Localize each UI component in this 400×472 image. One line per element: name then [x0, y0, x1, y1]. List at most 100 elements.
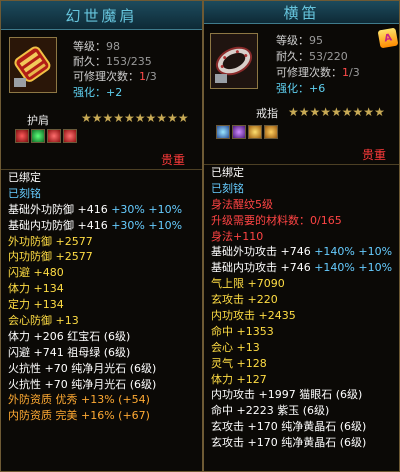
attribute-row: 内功攻击 +2435 — [204, 308, 399, 324]
attribute-text: 已刻铭 — [8, 186, 41, 200]
attribute-row: 玄攻击 +220 — [204, 292, 399, 308]
amethyst-gem-icon — [232, 125, 246, 139]
attribute-text: 命中 +1353 — [211, 324, 274, 338]
attribute-row: 会心 +13 — [204, 340, 399, 356]
attribute-text: 身法醒纹5级 — [211, 197, 273, 211]
attribute-text: 灵气 +128 — [211, 356, 267, 370]
attribute-text: 玄攻击 +170 纯净黄晶石 (6级) — [211, 420, 367, 434]
item-tooltip-left: 幻世魔肩 等级：98 耐久：153/235 可修理次数：1/3 强化：+2 护肩… — [0, 0, 203, 472]
attribute-text: +140% +10% — [314, 245, 393, 259]
repair-count-stat: 可修理次数：1/3 — [276, 66, 360, 79]
attribute-row: 火抗性 +70 纯净月光石 (6级) — [1, 377, 202, 393]
attribute-row: 内功攻击 +1997 猫眼石 (6级) — [204, 387, 399, 403]
repair-count-stat: 可修理次数：1/3 — [73, 70, 157, 83]
attribute-row: 身法醒纹5级 — [204, 197, 399, 213]
attribute-row: 闪避 +480 — [1, 265, 202, 281]
topaz-gem-icon — [248, 125, 262, 139]
attribute-text: 会心 +13 — [211, 340, 260, 354]
attribute-text: 外功防御 +2577 — [8, 234, 93, 248]
attribute-text: 火抗性 +70 纯净月光石 (6级) — [8, 377, 157, 391]
attribute-text: 身法+110 — [211, 229, 264, 243]
attribute-text: 闪避 +741 祖母绿 (6级) — [8, 345, 131, 359]
attribute-text: 火抗性 +70 纯净月光石 (6级) — [8, 361, 157, 375]
attribute-row: 基础内功攻击 +746 +140% +10% — [204, 260, 399, 276]
star-rating: ★★★★★★★★★ — [288, 105, 385, 119]
attribute-row: 闪避 +741 祖母绿 (6级) — [1, 345, 202, 361]
attribute-row: 火抗性 +70 纯净月光石 (6级) — [1, 361, 202, 377]
emerald-gem-icon — [31, 129, 45, 143]
attribute-text: 会心防御 +13 — [8, 314, 79, 328]
attribute-row: 外功防御 +2577 — [1, 234, 202, 250]
attribute-row: 体力 +206 红宝石 (6级) — [1, 329, 202, 345]
attribute-text: 气上限 +7090 — [211, 277, 285, 291]
attribute-row: 基础内功防御 +416 +30% +10% — [1, 218, 202, 234]
attribute-text: 体力 +127 — [211, 372, 267, 386]
attribute-text: +140% +10% — [314, 261, 393, 275]
attribute-list: 已绑定 已刻铭 身法醒纹5级 升级需要的材料数：0/165 身法+110 基础外功攻击 +… — [204, 164, 399, 451]
attribute-row: 气上限 +7090 — [204, 276, 399, 292]
level-stat: 等级：98 — [73, 40, 120, 53]
gem-slots — [216, 125, 278, 139]
attribute-row: 体力 +127 — [204, 372, 399, 388]
attribute-row: 已绑定 — [204, 165, 399, 181]
attribute-row: 基础外功防御 +416 +30% +10% — [1, 202, 202, 218]
attribute-text: 命中 +2223 紫玉 (6级) — [211, 404, 330, 418]
attribute-row: 身法+110 — [204, 229, 399, 245]
star-rating: ★★★★★★★★★★ — [81, 111, 189, 125]
attribute-text: +30% +10% — [111, 218, 183, 232]
attribute-text: 内防资质 完美 +16% (+67) — [8, 409, 150, 423]
item-title: 横笛 — [204, 1, 399, 24]
attribute-text: 内功攻击 +2435 — [211, 309, 296, 323]
attribute-row: 灵气 +128 — [204, 356, 399, 372]
attribute-row: 已绑定 — [1, 170, 202, 186]
attribute-text: 基础内功攻击 +746 — [211, 261, 315, 275]
fire-stone-icon — [63, 129, 77, 143]
durability-stat: 耐久：153/235 — [73, 55, 152, 68]
item-tooltip-right: 横笛 A 等级：95 耐久：53/220 可修理次数：1/3 强化：+6 戒指 … — [203, 0, 400, 472]
attribute-text: 已绑定 — [8, 171, 41, 184]
attribute-row: 已刻铭 — [1, 186, 202, 202]
attribute-text: 基础外功攻击 +746 — [211, 245, 315, 259]
ring-icon — [210, 33, 258, 89]
attribute-text: 已刻铭 — [211, 181, 244, 195]
attribute-row: 命中 +1353 — [204, 324, 399, 340]
attribute-row: 内防资质 完美 +16% (+67) — [1, 408, 202, 424]
fire-stone-icon — [47, 129, 61, 143]
attribute-text: +30% +10% — [111, 202, 183, 216]
enhance-stat: 强化：+2 — [73, 86, 123, 99]
attribute-text: 体力 +134 — [8, 282, 64, 296]
attribute-row: 体力 +134 — [1, 281, 202, 297]
attribute-text: 玄攻击 +170 纯净黄晶石 (6级) — [211, 436, 367, 450]
attribute-text: 玄攻击 +220 — [211, 293, 278, 307]
valuable-tag: 贵重 — [161, 153, 186, 167]
attribute-row: 已刻铭 — [204, 181, 399, 197]
awakening-badge-icon: A — [377, 27, 399, 49]
cat-eye-gem-icon — [216, 125, 230, 139]
valuable-tag: 贵重 — [362, 148, 387, 162]
attribute-text: 定力 +134 — [8, 298, 64, 312]
attribute-row: 命中 +2223 紫玉 (6级) — [204, 403, 399, 419]
attribute-text: 外防资质 优秀 +13% (+54) — [8, 393, 150, 407]
attribute-row: 会心防御 +13 — [1, 313, 202, 329]
enhance-stat: 强化：+6 — [276, 82, 326, 95]
attribute-text: 内功防御 +2577 — [8, 250, 93, 264]
attribute-text: 体力 +206 红宝石 (6级) — [8, 329, 131, 343]
durability-stat: 耐久：53/220 — [276, 50, 348, 63]
attribute-text: 基础外功防御 +416 — [8, 202, 112, 216]
slot-label: 戒指 — [256, 107, 278, 120]
attribute-text: 闪避 +480 — [8, 266, 64, 280]
slot-label: 护肩 — [27, 114, 49, 127]
attribute-row: 外防资质 优秀 +13% (+54) — [1, 392, 202, 408]
item-title: 幻世魔肩 — [1, 1, 202, 30]
attribute-text: 内功攻击 +1997 猫眼石 (6级) — [211, 388, 363, 402]
ruby-gem-icon — [15, 129, 29, 143]
attribute-row: 内功防御 +2577 — [1, 249, 202, 265]
attribute-row: 玄攻击 +170 纯净黄晶石 (6级) — [204, 435, 399, 451]
attribute-row: 基础外功攻击 +746 +140% +10% — [204, 244, 399, 260]
topaz-gem-icon — [264, 125, 278, 139]
attribute-list: 已绑定 已刻铭 基础外功防御 +416 +30% +10% 基础内功防御 +416 +… — [1, 169, 202, 424]
attribute-row: 定力 +134 — [1, 297, 202, 313]
attribute-text: 基础内功防御 +416 — [8, 218, 112, 232]
attribute-text: 升级需要的材料数：0/165 — [211, 213, 342, 227]
gem-slots — [15, 129, 77, 143]
